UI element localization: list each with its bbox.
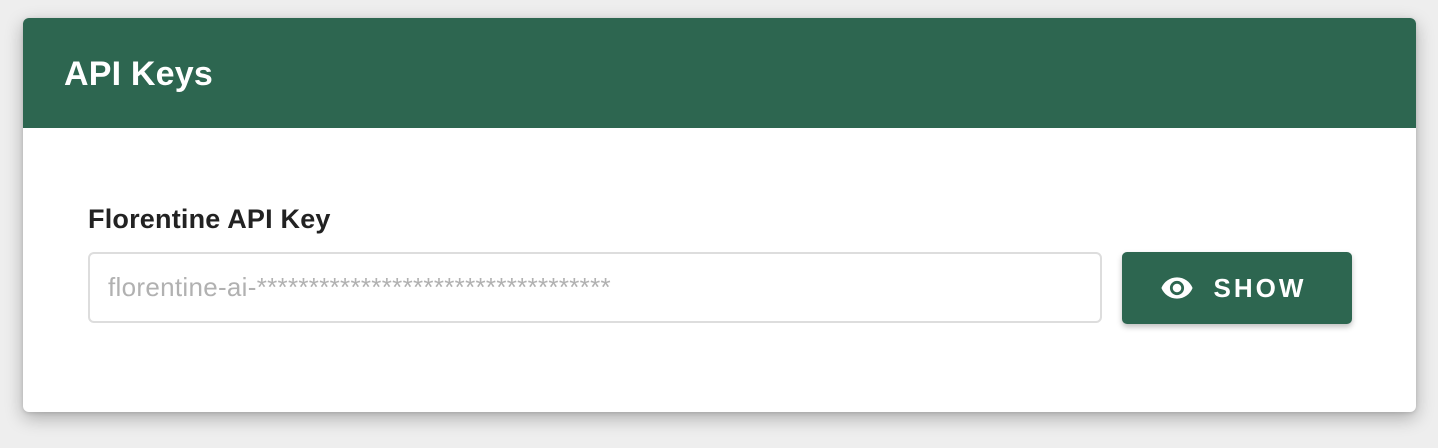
show-key-button[interactable]: SHOW [1122, 252, 1352, 324]
card-title: API Keys [64, 54, 214, 93]
eye-icon [1160, 271, 1194, 305]
card-body: Florentine API Key SHOW [23, 128, 1416, 412]
api-key-input[interactable] [88, 252, 1102, 323]
show-button-label: SHOW [1213, 272, 1307, 303]
api-key-label: Florentine API Key [88, 204, 331, 234]
api-keys-card: API Keys Florentine API Key SHOW [23, 18, 1416, 412]
card-header: API Keys [23, 18, 1416, 128]
